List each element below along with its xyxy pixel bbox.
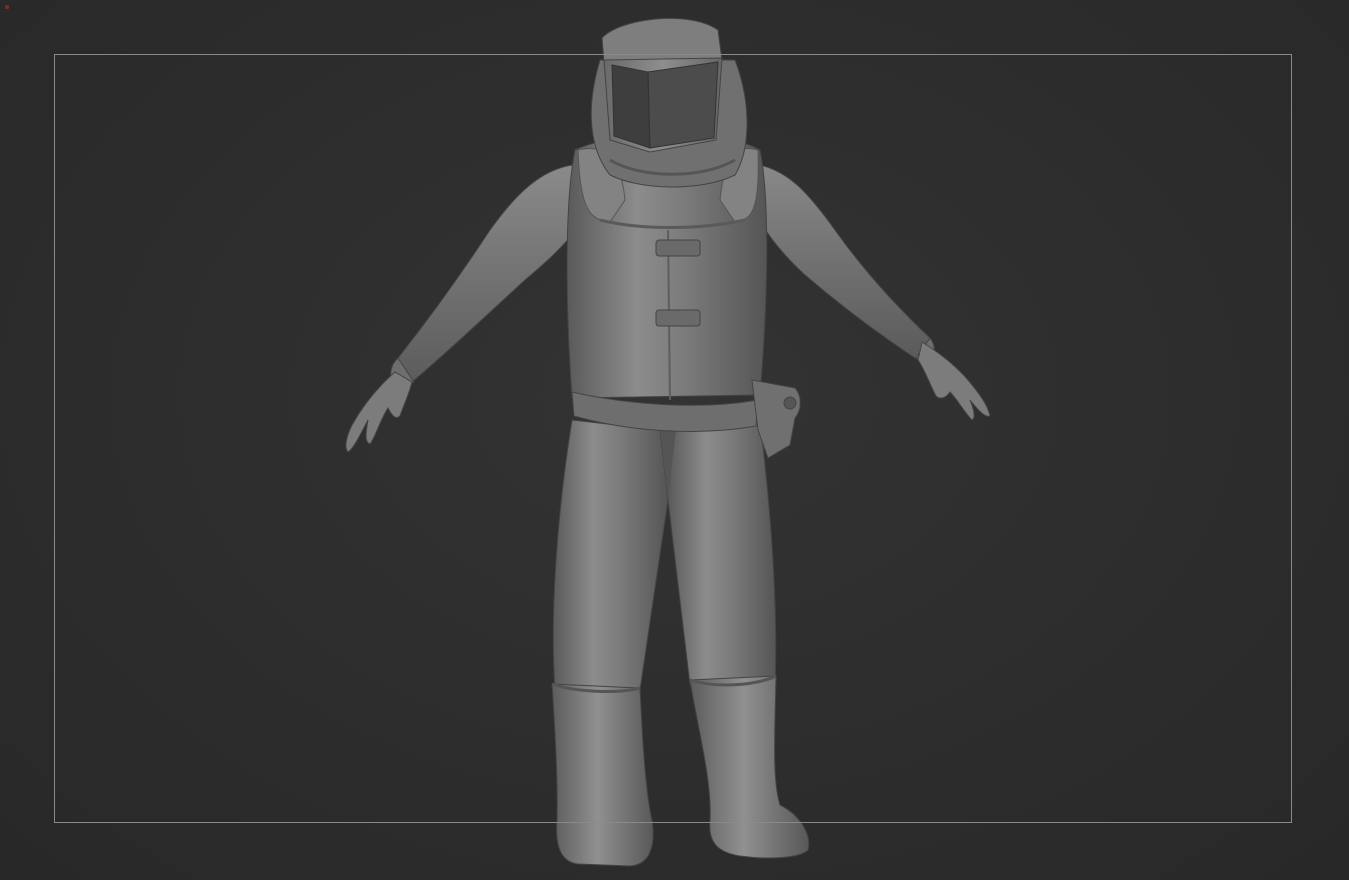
legs: [552, 419, 777, 691]
3d-viewport[interactable]: [0, 0, 1349, 880]
left-arm: [345, 164, 586, 453]
hazmat-suit-model[interactable]: [0, 0, 1349, 880]
helmet: [601, 17, 723, 153]
boots: [551, 674, 810, 867]
right-arm: [754, 164, 991, 421]
